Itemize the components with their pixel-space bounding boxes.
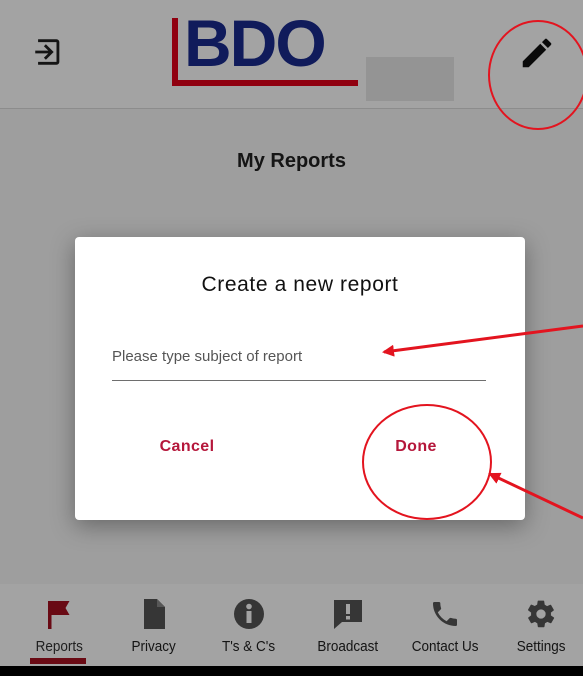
dialog-title: Create a new report — [201, 273, 399, 296]
system-nav-strip — [0, 666, 583, 676]
report-subject-input[interactable] — [112, 332, 486, 381]
cancel-button[interactable]: Cancel — [149, 433, 225, 461]
app-screen: BDO My Reports Reports Privacy T's & C's… — [0, 0, 583, 676]
annotation-circle-edit — [488, 20, 583, 130]
annotation-circle-done — [362, 404, 492, 520]
